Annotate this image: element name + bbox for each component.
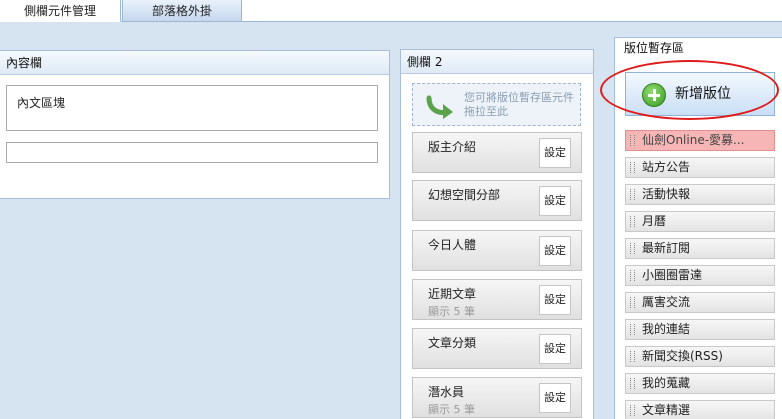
widget-lurkers[interactable]: 潛水員 顯示 5 筆 設定 bbox=[412, 377, 582, 418]
storage-item[interactable]: 文章精選 bbox=[625, 400, 775, 419]
widget-settings-button[interactable]: 設定 bbox=[539, 383, 571, 413]
content-text-field[interactable] bbox=[6, 142, 378, 163]
content-column-panel: 內容欄 內文區塊 bbox=[0, 50, 390, 199]
widget-settings-button[interactable]: 設定 bbox=[539, 138, 571, 168]
storage-item[interactable]: 厲害交流 bbox=[625, 292, 775, 313]
widget-subtitle: 顯示 5 筆 bbox=[428, 305, 475, 318]
widget-settings-button[interactable]: 設定 bbox=[539, 236, 571, 266]
add-layout-label: 新增版位 bbox=[675, 86, 731, 102]
widget-title: 潛水員 bbox=[428, 385, 465, 399]
storage-item[interactable]: 仙劍Online-愛募... bbox=[625, 130, 775, 151]
storage-item[interactable]: 活動快報 bbox=[625, 184, 775, 205]
widget-title: 近期文章 bbox=[428, 287, 477, 301]
add-layout-button[interactable]: 新增版位 bbox=[625, 72, 775, 116]
storage-item[interactable]: 小圈圈雷達 bbox=[625, 265, 775, 286]
text-block-label: 內文區塊 bbox=[17, 96, 66, 110]
widget-owner-intro[interactable]: 版主介紹 設定 bbox=[412, 132, 582, 173]
tab-sidebar-widget-management[interactable]: 側欄元件管理 bbox=[0, 0, 121, 22]
layout-storage-panel: 版位暫存區 新增版位 仙劍Online-愛募... 站方公告 活動快報 月曆 最… bbox=[614, 37, 782, 419]
widget-title: 版主介紹 bbox=[428, 140, 477, 154]
tab-blog-plugins[interactable]: 部落格外掛 bbox=[122, 0, 242, 22]
widget-recent-posts[interactable]: 近期文章 顯示 5 筆 設定 bbox=[412, 279, 582, 320]
widget-settings-button[interactable]: 設定 bbox=[539, 186, 571, 216]
widget-fantasy-space[interactable]: 幻想空間分部 設定 bbox=[412, 180, 582, 221]
storage-item[interactable]: 新聞交換(RSS) bbox=[625, 346, 775, 367]
widget-title: 幻想空間分部 bbox=[428, 188, 501, 202]
drop-zone-hint: 您可將版位暫存區元件拖拉至此 bbox=[464, 91, 574, 118]
content-column-title: 內容欄 bbox=[0, 51, 389, 75]
sidebar-2-panel: 側欄 2 您可將版位暫存區元件拖拉至此 版主介紹 設定 幻想空間分部 設定 今日… bbox=[400, 49, 594, 419]
storage-item[interactable]: 我的連結 bbox=[625, 319, 775, 340]
widget-today-body[interactable]: 今日人體 設定 bbox=[412, 230, 582, 271]
widget-title: 文章分類 bbox=[428, 336, 477, 350]
text-block[interactable]: 內文區塊 bbox=[6, 85, 378, 131]
widget-subtitle: 顯示 5 筆 bbox=[428, 403, 475, 416]
storage-item[interactable]: 最新訂閱 bbox=[625, 238, 775, 259]
storage-item[interactable]: 我的蒐藏 bbox=[625, 373, 775, 394]
widget-post-categories[interactable]: 文章分類 設定 bbox=[412, 328, 582, 369]
widget-title: 今日人體 bbox=[428, 238, 477, 252]
storage-item[interactable]: 站方公告 bbox=[625, 157, 775, 178]
curved-arrow-icon bbox=[426, 95, 453, 119]
tab-bar: 側欄元件管理 部落格外掛 bbox=[0, 0, 782, 22]
widget-settings-button[interactable]: 設定 bbox=[539, 334, 571, 364]
widget-settings-button[interactable]: 設定 bbox=[539, 285, 571, 315]
storage-item[interactable]: 月曆 bbox=[625, 211, 775, 232]
widget-drop-zone[interactable]: 您可將版位暫存區元件拖拉至此 bbox=[412, 83, 581, 126]
plus-circle-icon bbox=[642, 83, 666, 107]
layout-storage-title: 版位暫存區 bbox=[615, 38, 782, 59]
sidebar-2-title: 側欄 2 bbox=[401, 50, 593, 74]
